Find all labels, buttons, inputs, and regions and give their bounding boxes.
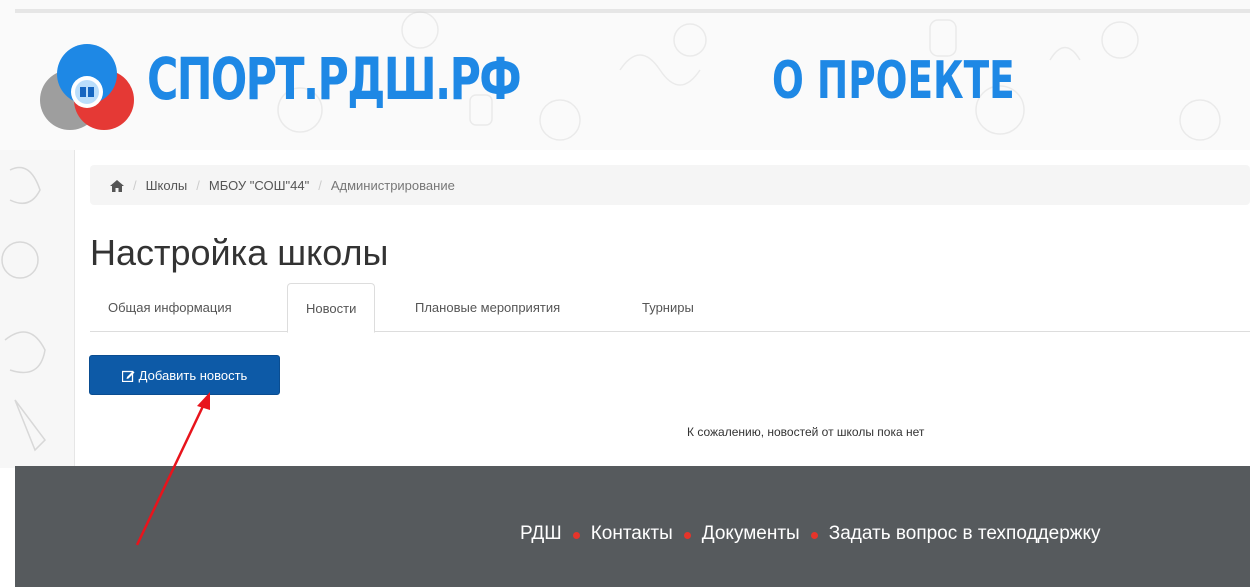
breadcrumb-separator: / — [318, 177, 322, 193]
breadcrumb-separator: / — [133, 177, 137, 193]
footer-separator-dot — [683, 531, 691, 539]
footer-link-rdsh[interactable]: РДШ — [520, 523, 562, 545]
empty-news-message: К сожалению, новостей от школы пока нет — [687, 425, 925, 439]
breadcrumb-schools[interactable]: Школы — [146, 178, 188, 193]
footer-separator-dot — [572, 531, 580, 539]
add-news-button[interactable]: Добавить новость — [89, 355, 280, 395]
tab-news[interactable]: Новости — [287, 283, 376, 333]
footer-link-contacts[interactable]: Контакты — [591, 523, 673, 545]
footer-link-support[interactable]: Задать вопрос в техподдержку — [829, 523, 1101, 545]
breadcrumb-separator: / — [196, 177, 200, 193]
footer-links: РДШ Контакты Документы Задать вопрос в т… — [520, 523, 1101, 545]
left-decor-panel — [0, 150, 75, 468]
tabs-bar: Общая информация Новости Плановые меропр… — [90, 283, 1250, 333]
add-news-label: Добавить новость — [138, 367, 248, 383]
breadcrumb: / Школы / МБОУ "СОШ"44" / Администрирова… — [90, 165, 1250, 205]
breadcrumb-administration: Администрирование — [330, 177, 455, 193]
about-project-link[interactable]: О ПРОЕКТЕ — [772, 55, 1015, 107]
home-icon[interactable] — [110, 180, 124, 192]
edit-icon — [121, 370, 135, 382]
footer-link-documents[interactable]: Документы — [702, 523, 800, 545]
tab-planned-events[interactable]: Плановые мероприятия — [397, 283, 578, 332]
rdsh-logo[interactable] — [38, 42, 138, 134]
decor-pattern — [1, 166, 46, 452]
tab-tournaments[interactable]: Турниры — [624, 283, 712, 332]
tab-general-info[interactable]: Общая информация — [90, 283, 250, 332]
breadcrumb-school[interactable]: МБОУ "СОШ"44" — [209, 178, 309, 193]
page-title: Настройка школы — [90, 232, 389, 273]
site-title[interactable]: СПОРТ.РДШ.РФ — [147, 50, 522, 108]
site-footer: РДШ Контакты Документы Задать вопрос в т… — [15, 466, 1250, 587]
footer-separator-dot — [810, 531, 818, 539]
site-header: СПОРТ.РДШ.РФ О ПРОЕКТЕ — [0, 0, 1250, 150]
